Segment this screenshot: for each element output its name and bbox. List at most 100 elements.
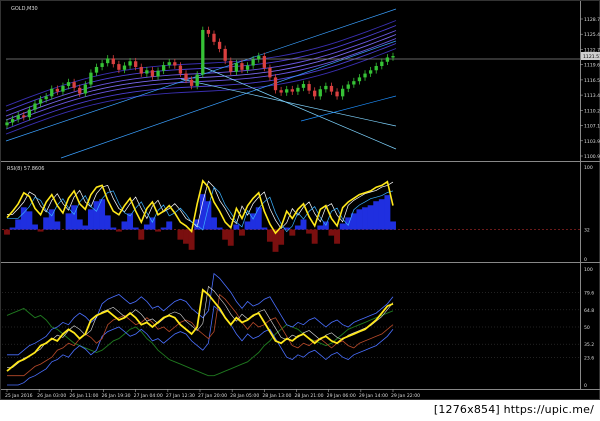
rsi-histogram-bar (37, 229, 44, 232)
rsi-histogram-bar (233, 224, 240, 230)
rsi-histogram-bar (266, 229, 273, 242)
candle-body (262, 56, 266, 68)
candle-body (380, 61, 384, 67)
candle-body (357, 77, 362, 82)
candle-body (273, 77, 278, 91)
rsi-histogram-bar (138, 229, 145, 240)
rsi-histogram-bar (216, 227, 223, 230)
candle-body (27, 109, 32, 118)
rsi-histogram-bar (378, 199, 385, 230)
rsi-histogram-bar (300, 219, 307, 230)
candle-body (301, 84, 306, 88)
candle-body (329, 85, 334, 92)
rsi-tick-label: 32 (584, 228, 590, 234)
candle-body (150, 70, 155, 77)
rsi-histogram-bar (121, 221, 128, 230)
osc-tick-label: 23.6 (584, 356, 594, 362)
candle-body (161, 65, 166, 71)
time-tick-label: 27 Jan 12:30 (166, 393, 195, 399)
time-tick-label: 29 Jan 06:00 (327, 393, 356, 399)
rsi-histogram-bar (261, 227, 268, 230)
rsi-histogram-bar (362, 207, 368, 230)
rsi-label: RSI(8) 57.8606 (7, 166, 44, 172)
candle-body (363, 73, 367, 78)
rsi-histogram-bar (43, 217, 50, 230)
candle-body (307, 84, 311, 91)
rsi-histogram-bar (390, 221, 396, 230)
candle-body (240, 63, 244, 70)
time-tick-label: 25 Jan 2016 (5, 393, 33, 399)
rsi-histogram-bar (373, 201, 380, 230)
candle-body (201, 29, 205, 75)
candle-body (78, 87, 82, 94)
candle-body (285, 89, 289, 93)
candle-body (229, 60, 233, 72)
candle-body (184, 73, 188, 80)
time-tick-label: 27 Jan 20:00 (198, 393, 227, 399)
candle-body (268, 67, 272, 78)
rsi-histogram-bar (222, 229, 229, 240)
rsi-histogram-bar (211, 217, 217, 230)
rsi-histogram-bar (328, 229, 335, 236)
time-tick-label: 28 Jan 21:00 (295, 393, 324, 399)
rsi-histogram-bar (306, 229, 313, 234)
candle-body (145, 70, 149, 74)
candle-body (38, 99, 43, 104)
candle-body (33, 103, 37, 110)
candle-body (352, 81, 356, 85)
candle-body (245, 65, 250, 70)
candle-body (94, 66, 99, 73)
price-tick-label: 1119.65 (584, 63, 600, 69)
candle-body (89, 72, 93, 85)
time-tick-label: 29 Jan 14:00 (359, 393, 388, 399)
rsi-histogram-bar (294, 225, 301, 230)
candle-body (16, 115, 20, 120)
candle-body (368, 70, 373, 74)
candle-body (106, 58, 110, 64)
candle-body (61, 85, 65, 92)
candle-body (100, 63, 104, 67)
candle-body (391, 56, 395, 58)
candle-body (189, 79, 194, 86)
rsi-histogram-bar (87, 209, 94, 230)
current-price-label: 1121.51 (583, 54, 600, 60)
rsi-histogram-bar (155, 229, 162, 232)
rsi-histogram-bar (289, 229, 296, 236)
price-tick-label: 1103.95 (584, 139, 600, 145)
price-tick-label: 1113.40 (584, 93, 600, 99)
time-tick-label: 26 Jan 03:00 (37, 393, 66, 399)
candle-body (55, 88, 60, 92)
time-tick-label: 26 Jan 11:00 (69, 393, 98, 399)
price-tick-label: 1100.90 (584, 154, 600, 160)
candle-body (117, 64, 121, 70)
candle-body (5, 122, 9, 126)
rsi-histogram-bar (183, 229, 189, 244)
rsi-histogram-bar (54, 221, 61, 230)
chart-frame: GOLD,M30 RSI(8) 57.8606 1128.70 1125.45 11… (0, 0, 600, 400)
candle-body (296, 87, 300, 92)
osc-tick-label: 0 (584, 383, 587, 389)
rsi-histogram-bar (166, 221, 173, 230)
rsi-histogram-bar (238, 229, 245, 236)
rsi-histogram-bar (367, 205, 374, 230)
rsi-histogram-bar (4, 229, 10, 235)
rsi-histogram-bar (160, 227, 167, 230)
candle-body (346, 84, 350, 89)
candle-body (374, 66, 378, 71)
rsi-histogram-bar (255, 207, 262, 230)
rsi-histogram-bar (26, 211, 33, 230)
rsi-histogram-bar (93, 201, 100, 230)
candle-body (340, 88, 345, 97)
rsi-histogram-bar (188, 229, 195, 250)
candle-body (318, 89, 322, 97)
candle-body (83, 84, 87, 94)
rsi-histogram-bar (339, 223, 346, 230)
rsi-tick-label: 100 (584, 165, 593, 171)
candle-body (178, 65, 183, 74)
rsi-histogram-bar (311, 229, 318, 244)
candle-body (167, 62, 171, 66)
candle-body (257, 56, 261, 60)
rsi-histogram-bar (227, 229, 234, 246)
candle-body (313, 90, 317, 97)
time-tick-label: 28 Jan 13:00 (262, 393, 291, 399)
